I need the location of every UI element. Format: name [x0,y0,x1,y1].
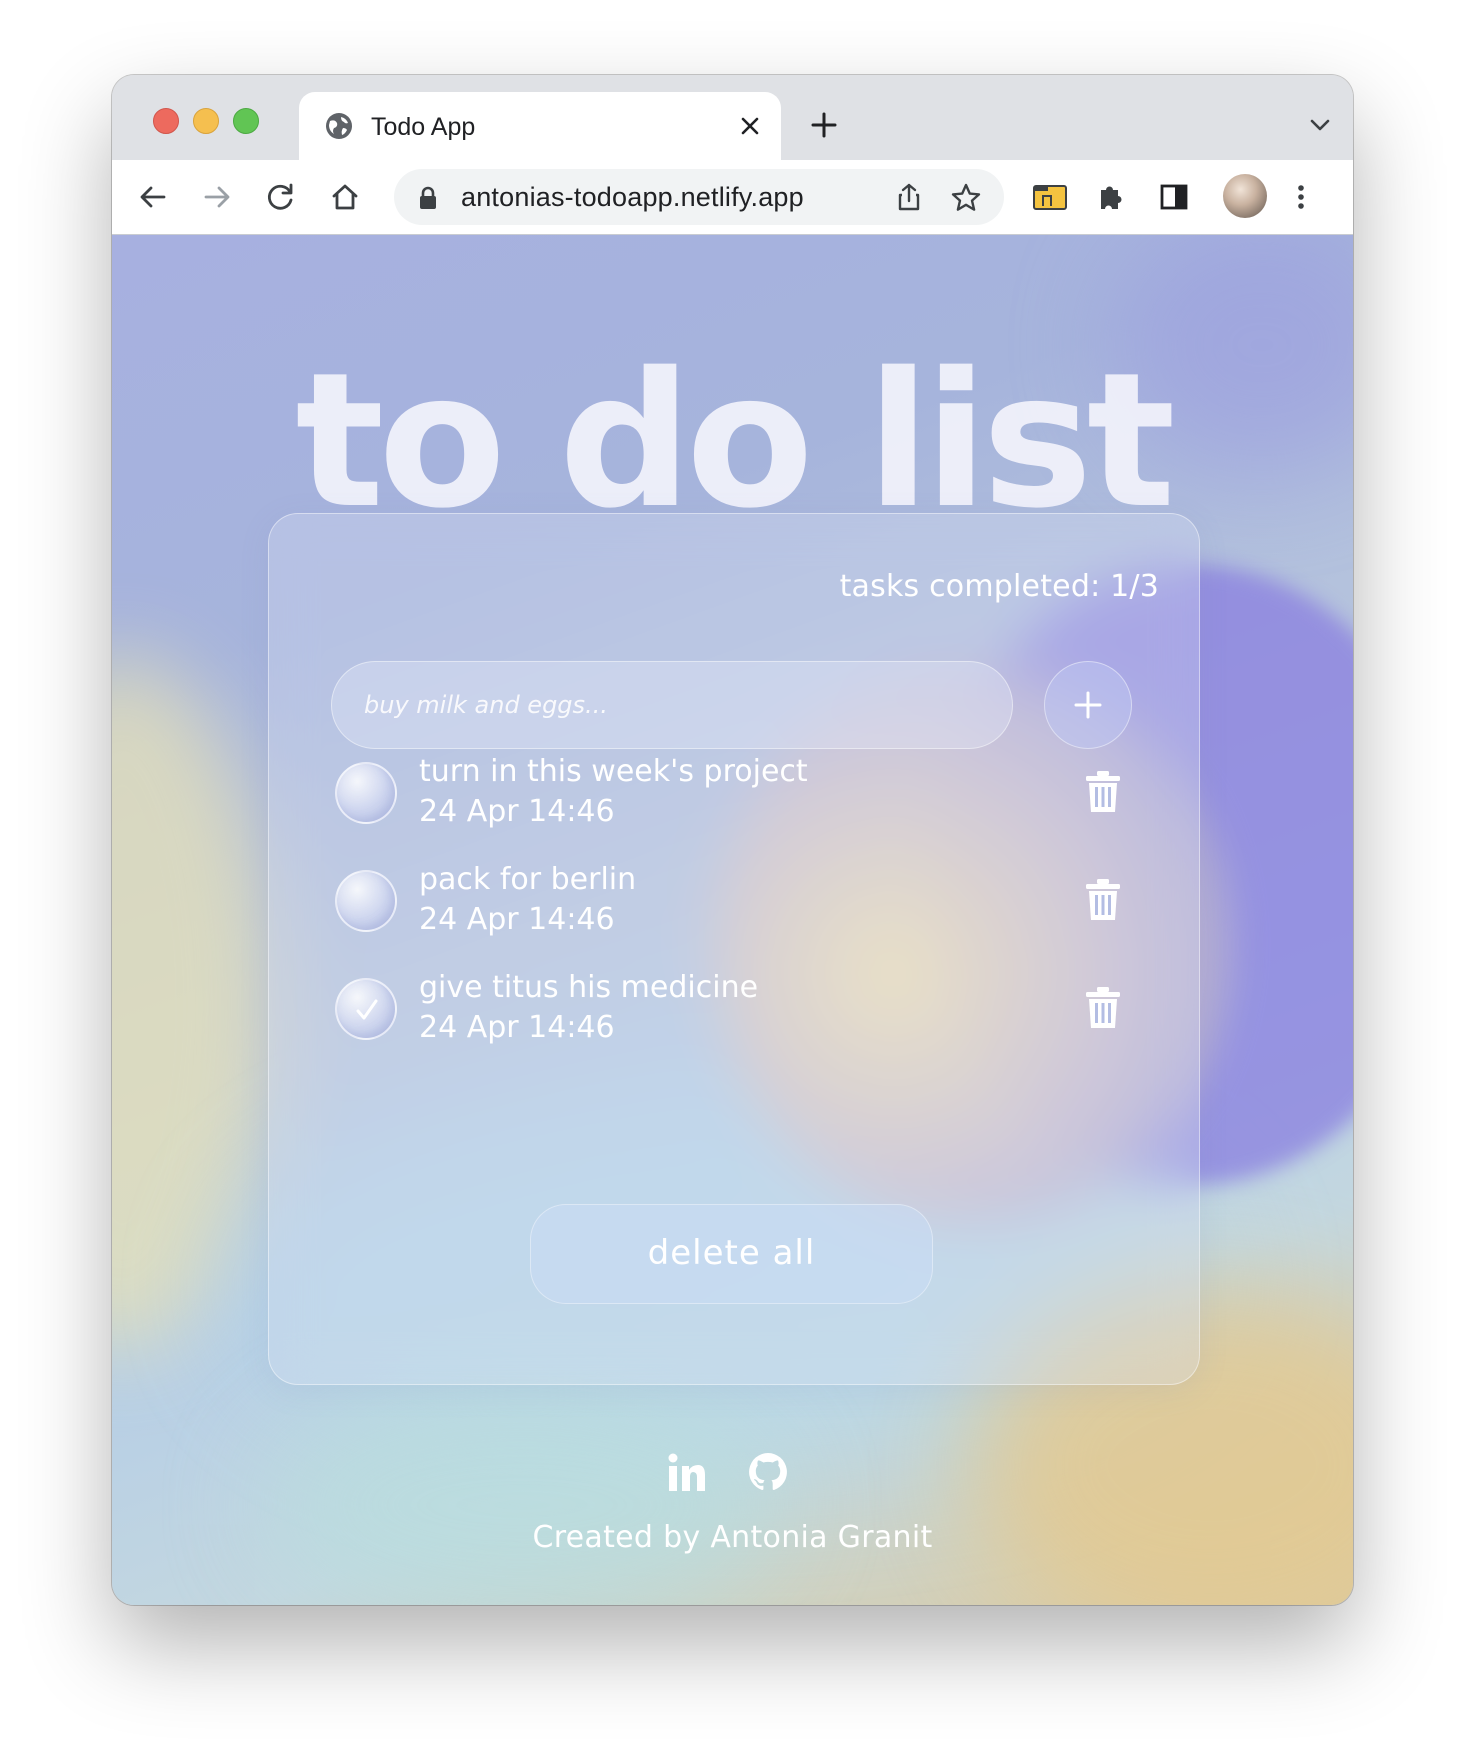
linkedin-icon[interactable] [667,1453,707,1493]
maximize-window-button[interactable] [233,108,259,134]
trash-icon[interactable] [1083,878,1123,922]
page-heading: to do list [295,332,1175,549]
lock-icon [420,186,436,209]
new-tab-icon[interactable] [809,110,839,140]
task-date: 24 Apr 14:46 [419,902,615,937]
task-item: give titus his medicine 24 Apr 14:46 [331,968,1131,1060]
home-icon[interactable] [328,180,362,214]
task-text: pack for berlin [419,862,637,897]
task-text: give titus his medicine [419,970,759,1005]
share-icon[interactable] [894,182,924,212]
delete-all-button[interactable]: delete all [530,1204,933,1304]
tab-title: Todo App [371,113,476,141]
footer-credit: Created by Antonia Granit [532,1520,933,1555]
github-icon[interactable] [747,1451,789,1493]
forward-arrow-icon[interactable] [200,180,234,214]
trash-icon[interactable] [1083,770,1123,814]
side-panel-icon[interactable] [1157,180,1191,214]
page-content: to do list tasks completed: 1/3 turn in … [112,235,1353,1605]
background-blob [112,655,272,1355]
tasks-completed-counter: tasks completed: 1/3 [839,569,1159,604]
task-checkbox[interactable] [335,762,397,824]
close-tab-icon[interactable] [737,113,763,139]
trash-icon[interactable] [1083,986,1123,1030]
close-window-button[interactable] [153,108,179,134]
task-date: 24 Apr 14:46 [419,1010,615,1045]
task-item: pack for berlin 24 Apr 14:46 [331,860,1131,952]
checkmark-icon [356,999,378,1020]
browser-toolbar: antonias-todoapp.netlify.app [112,160,1353,235]
add-task-button[interactable] [1044,661,1132,749]
task-text: turn in this week's project [419,754,808,789]
more-menu-icon[interactable] [1284,180,1318,214]
task-checkbox[interactable] [335,870,397,932]
task-checkbox-checked[interactable] [335,978,397,1040]
tab-todo-app[interactable]: Todo App [299,92,781,162]
reload-icon[interactable] [264,180,298,214]
minimize-window-button[interactable] [193,108,219,134]
extensions-puzzle-icon[interactable] [1093,180,1127,214]
tab-search-chevron-icon[interactable] [1307,115,1333,135]
bookmark-star-icon[interactable] [950,182,982,214]
tab-strip: Todo App [112,75,1353,162]
address-bar[interactable]: antonias-todoapp.netlify.app [394,169,1004,225]
globe-icon [326,113,352,139]
browser-window: Todo App antonias-todoapp.netlify.app to… [112,75,1353,1605]
plus-icon [1074,691,1102,719]
task-item: turn in this week's project 24 Apr 14:46 [331,752,1131,844]
new-task-input[interactable] [331,661,1013,749]
todo-card: tasks completed: 1/3 turn in this week's… [268,513,1200,1385]
extension-folder-icon[interactable] [1030,178,1070,216]
profile-avatar[interactable] [1223,174,1267,218]
url-text: antonias-todoapp.netlify.app [461,182,804,212]
task-date: 24 Apr 14:46 [419,794,615,829]
back-arrow-icon[interactable] [136,180,170,214]
